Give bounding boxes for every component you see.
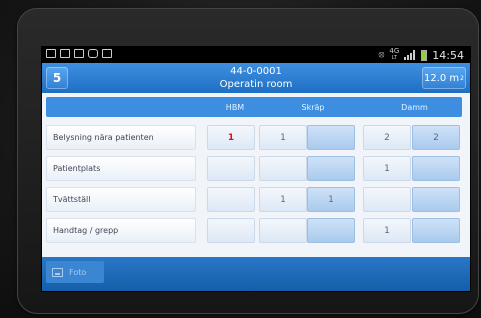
cell-skrap-1[interactable] <box>259 156 307 181</box>
cell-hbm[interactable] <box>207 187 255 212</box>
row-label: Patientplats <box>46 156 196 181</box>
cell-skrap-2[interactable] <box>307 218 355 243</box>
column-header-hbm: HBM <box>225 103 245 112</box>
network-type: 4G LT <box>389 47 400 62</box>
room-code: 44-0-0001 <box>230 66 282 77</box>
cell-skrap-2[interactable]: 1 <box>307 187 355 212</box>
cell-damm-2[interactable]: 2 <box>412 125 460 150</box>
room-name: Operatin room <box>219 79 293 90</box>
gmail-icon <box>60 49 70 58</box>
clock: 14:54 <box>432 48 464 62</box>
photo-button-label: Foto <box>69 267 87 277</box>
row-label: Tvättställ <box>46 187 196 212</box>
battery-icon <box>421 49 428 61</box>
column-header-skrap: Skräp <box>301 103 325 112</box>
cell-skrap-1[interactable]: 1 <box>259 187 307 212</box>
camera-icon <box>88 49 98 58</box>
inspection-table: HBM Skräp Damm Belysning nära patienten … <box>42 93 470 257</box>
row-label: Handtag / grepp <box>46 218 196 243</box>
cell-skrap-1[interactable]: 1 <box>259 125 307 150</box>
column-header-damm: Damm <box>401 103 428 112</box>
cell-skrap-1[interactable] <box>259 218 307 243</box>
photo-button[interactable]: Foto <box>46 261 104 283</box>
area-button[interactable]: 12.0 m2 <box>422 67 466 89</box>
cell-skrap-2[interactable] <box>307 156 355 181</box>
signal-icon <box>404 50 416 60</box>
area-exponent: 2 <box>460 74 464 82</box>
room-title: 44-0-0001 Operatin room <box>172 65 340 91</box>
table-header: HBM Skräp Damm <box>46 97 462 117</box>
cell-damm-2[interactable] <box>412 218 460 243</box>
cell-damm-1[interactable] <box>363 187 411 212</box>
cell-hbm[interactable]: 1 <box>207 125 255 150</box>
email-icon <box>46 49 56 58</box>
cell-damm-1[interactable]: 2 <box>363 125 411 150</box>
cell-damm-1[interactable]: 1 <box>363 218 411 243</box>
photo-icon <box>52 267 63 277</box>
cell-hbm[interactable] <box>207 218 255 243</box>
cell-damm-2[interactable] <box>412 156 460 181</box>
bottom-bar: Foto <box>42 257 470 291</box>
gallery-icon <box>74 49 84 58</box>
status-bar: ⦻ 4G LT 14:54 <box>42 47 470 63</box>
calendar-icon <box>102 49 112 58</box>
cell-hbm[interactable] <box>207 156 255 181</box>
app-bar: 5 44-0-0001 Operatin room 12.0 m2 <box>42 63 470 93</box>
row-label: Belysning nära patienten <box>46 125 196 150</box>
app-screen: ⦻ 4G LT 14:54 5 44-0-0001 Operatin room … <box>42 47 470 291</box>
cell-damm-1[interactable]: 1 <box>363 156 411 181</box>
mute-icon: ⦻ <box>378 50 385 60</box>
cell-skrap-2[interactable] <box>307 125 355 150</box>
area-value: 12.0 m <box>423 72 460 84</box>
room-number-button[interactable]: 5 <box>46 67 68 89</box>
cell-damm-2[interactable] <box>412 187 460 212</box>
